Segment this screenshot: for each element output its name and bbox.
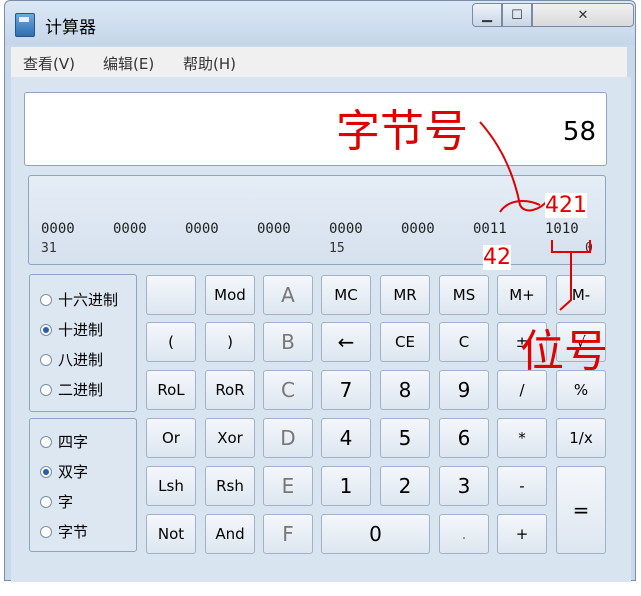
annotation-strokes [479, 121, 591, 311]
annotation-byte-number: 字节号 [336, 106, 468, 157]
annotation-bit-weights-top: 421 [545, 193, 587, 218]
annotation-pointer [559, 252, 572, 311]
annotation-bit-weights-bottom: 42 [483, 245, 511, 270]
annotation-curve [479, 121, 549, 212]
annotation-bit-number: 位号 [520, 326, 608, 377]
annotation-bracket [551, 240, 591, 253]
